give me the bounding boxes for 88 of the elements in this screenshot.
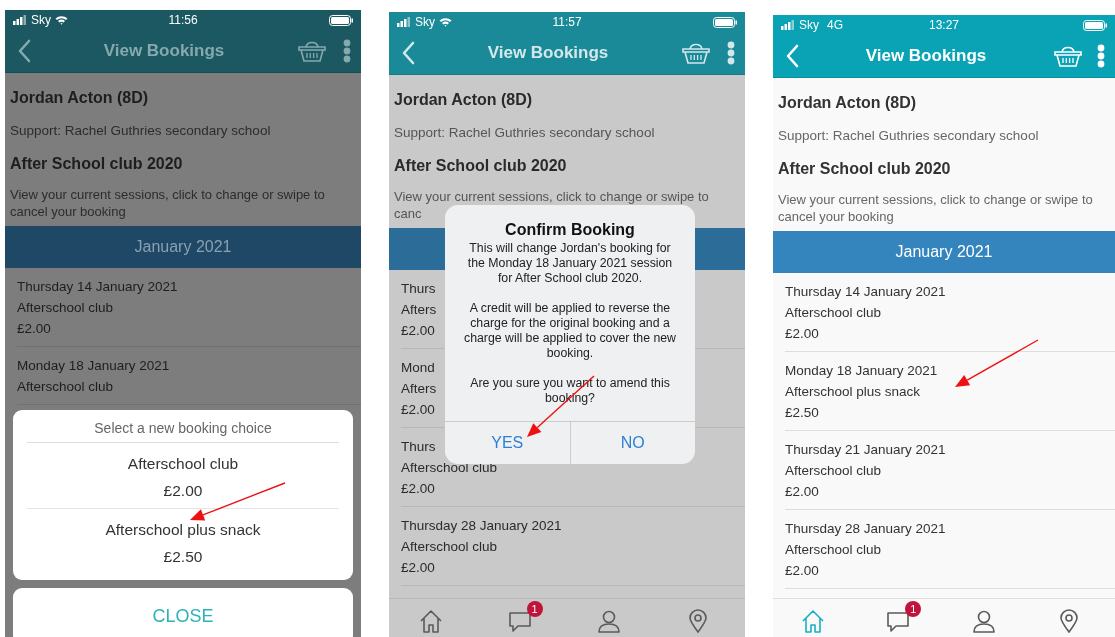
session-choice: Afterschool club — [17, 378, 114, 396]
session-date: Thursday 28 January 2021 — [785, 520, 946, 538]
support-text: Support: Rachel Guthries secondary school — [778, 127, 1040, 145]
month-header: January 2021 — [5, 226, 361, 268]
session-date: Thurs — [401, 438, 436, 456]
session-date: Thursday 14 January 2021 — [785, 283, 946, 301]
session-price: £2.00 — [785, 483, 819, 501]
dialog-button[interactable]: NO — [569, 422, 695, 464]
basket-icon — [297, 39, 327, 63]
session-date: Thurs — [401, 280, 436, 298]
tab-button[interactable]: 1 — [502, 601, 543, 635]
session-choice: Afters — [401, 380, 437, 398]
instructions-text: View your current sessions, click to change or swipe to cancel your booking — [778, 191, 1094, 225]
session-choice: Afterschool plus snack — [785, 383, 921, 401]
person-icon — [970, 608, 997, 634]
option-name[interactable]: Afterschool plus snack — [27, 516, 339, 543]
person-icon — [595, 608, 622, 634]
clock-time: 11:57 — [552, 15, 582, 29]
basket-icon — [1053, 44, 1083, 68]
session-date: Thursday 28 January 2021 — [401, 517, 562, 535]
sheet-title: Select a new booking choice — [27, 410, 339, 443]
chevron-left-icon — [17, 39, 31, 63]
signal-icon — [781, 20, 795, 30]
basket-icon — [681, 41, 711, 65]
screen-title: View Bookings — [864, 46, 988, 66]
session-choice: Afterschool club — [785, 462, 882, 480]
session-price: £2.00 — [401, 401, 435, 419]
support-text: Support: Rachel Guthries secondary school — [10, 122, 272, 140]
battery-icon — [713, 16, 737, 28]
clock-time: 13:27 — [929, 18, 959, 32]
student-name: Jordan Acton (8D) — [394, 90, 534, 110]
session-row[interactable]: Thursday 14 January 2021 Afterschool club £2.00 — [17, 268, 361, 347]
session-choice: Afters — [401, 301, 437, 319]
session-price: £2.00 — [401, 322, 435, 340]
session-choice: Afterschool club — [17, 299, 114, 317]
session-row[interactable]: Monday 18 January 2021 Afterschool club — [17, 347, 361, 405]
notification-badge: 1 — [526, 601, 543, 617]
session-price: £2.00 — [401, 559, 435, 577]
session-date: Thursday 21 January 2021 — [785, 441, 946, 459]
vertical-dots-icon — [727, 41, 735, 65]
battery-icon — [329, 14, 353, 26]
notification-badge: 1 — [905, 601, 922, 617]
session-date: Monday 18 January 2021 — [17, 357, 170, 375]
network-type: 4G — [827, 18, 844, 32]
session-price: £2.00 — [17, 320, 51, 338]
session-choice: Afterschool club — [785, 541, 882, 559]
option-name[interactable]: Afterschool club — [27, 450, 339, 477]
vertical-dots-icon — [1097, 44, 1105, 68]
session-date: Mond — [401, 359, 435, 377]
carrier-name: Sky — [799, 18, 819, 32]
option-price[interactable]: £2.00 — [27, 477, 339, 504]
session-price: £2.00 — [401, 480, 435, 498]
session-row[interactable]: Thursday 21 January 2021 Afterschool club £2.00 — [785, 431, 1115, 510]
month-header: January 2021 — [773, 231, 1115, 273]
session-price: £2.00 — [785, 562, 819, 580]
session-choice: Afterschool club — [401, 538, 498, 556]
option-price[interactable]: £2.50 — [27, 543, 339, 570]
instructions-text: View your current sessions, click to change or swipe to canc — [394, 188, 710, 222]
battery-icon — [1083, 19, 1107, 31]
session-row[interactable]: Thursday 28 January 2021 Afterschool club £2.00 — [785, 510, 1115, 589]
carrier-name: Sky — [31, 13, 51, 27]
support-text: Support: Rachel Guthries secondary school — [394, 124, 656, 142]
session-row[interactable]: Thursday 28 January 2021 Afterschool club £2.00 — [401, 507, 745, 586]
signal-icon — [397, 17, 411, 27]
student-name: Jordan Acton (8D) — [10, 88, 150, 108]
student-name: Jordan Acton (8D) — [778, 93, 918, 113]
club-name: After School club 2020 — [778, 159, 952, 179]
session-price: £2.50 — [785, 404, 819, 422]
dialog-message: This will change Jordan's booking for the Monday 18 January 2021 session for After School club 2020. — [466, 241, 674, 286]
carrier-name: Sky — [415, 15, 435, 29]
session-price: £2.00 — [785, 325, 819, 343]
session-date: Monday 18 January 2021 — [785, 362, 938, 380]
session-date: Thursday 14 January 2021 — [17, 278, 178, 296]
vertical-dots-icon — [343, 39, 351, 63]
dialog-title: Confirm Booking — [504, 221, 636, 239]
screen-title: View Bookings — [486, 43, 610, 63]
instructions-text: View your current sessions, click to change or swipe to cancel your booking — [10, 186, 326, 220]
club-name: After School club 2020 — [394, 156, 568, 176]
session-row[interactable]: Thursday 14 January 2021 Afterschool club £2.00 — [785, 273, 1115, 352]
session-choice: Afterschool club — [785, 304, 882, 322]
dialog-message: A credit will be applied to reverse the charge for the original booking and a charge will be applied to cover the new booking. — [463, 301, 677, 361]
signal-icon — [13, 15, 27, 25]
chevron-left-icon — [401, 41, 415, 65]
screen-title: View Bookings — [102, 41, 226, 61]
clock-time: 11:56 — [168, 13, 198, 27]
club-name: After School club 2020 — [10, 154, 184, 174]
chevron-left-icon — [785, 44, 799, 68]
tab-button[interactable]: 1 — [881, 601, 922, 635]
